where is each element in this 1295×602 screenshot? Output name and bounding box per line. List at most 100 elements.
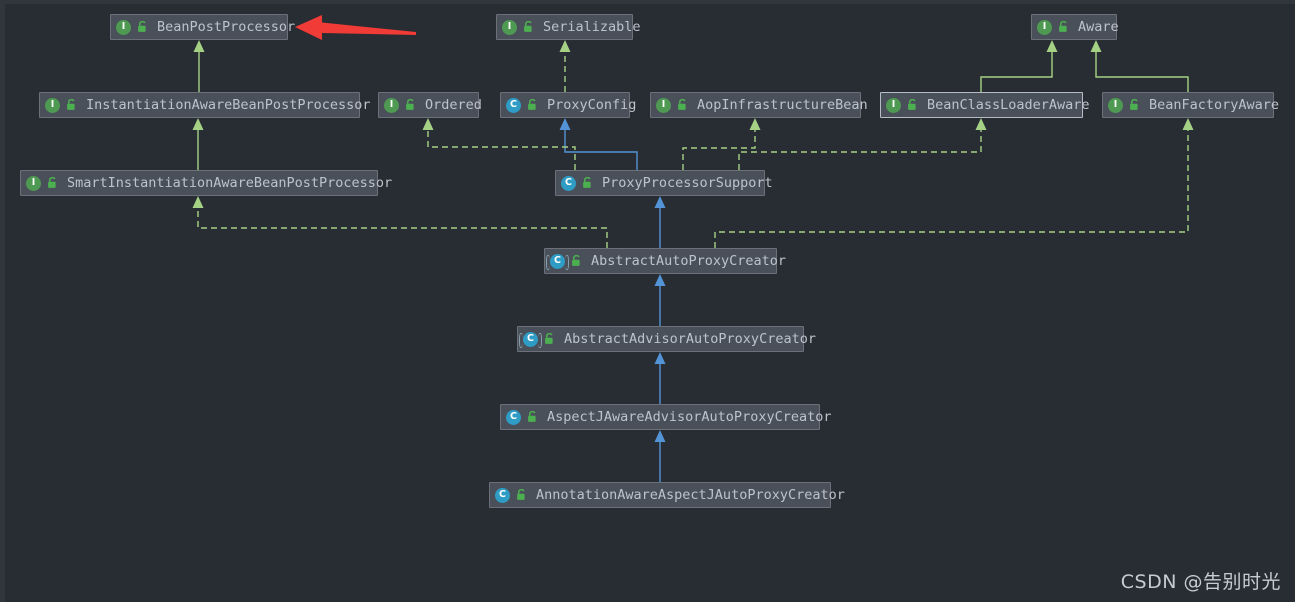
red-highlight-arrow: [295, 15, 416, 40]
edge-BeanClassLoaderAware-to-Aware: [980, 51, 1053, 92]
top-gutter: [0, 0, 1295, 4]
edge-ProxyProcessorSupport-to-ProxyConfig: [564, 129, 638, 170]
edge-AbstractAutoProxyCreator-to-SmartInstantiationAwareBeanPostProcessor: [197, 207, 608, 248]
node-icon-group: I: [384, 97, 416, 113]
lock-icon: [528, 99, 536, 110]
edge-arrowhead: [1182, 118, 1194, 130]
class-node-label: BeanFactoryAware: [1149, 97, 1280, 113]
class-node-ProxyConfig[interactable]: C ProxyConfig: [500, 92, 636, 118]
class-node-label: InstantiationAwareBeanPostProcessor: [86, 97, 371, 113]
node-icon-group: I: [656, 97, 688, 113]
lock-icon: [908, 99, 916, 110]
left-gutter: [0, 0, 5, 602]
edge-arrowhead: [559, 40, 571, 52]
edge-arrowhead: [749, 118, 761, 130]
class-node-ProxyProcessorSupport[interactable]: C ProxyProcessorSupport: [555, 170, 773, 196]
node-icon-group: I: [1037, 19, 1069, 35]
node-icon-group: C: [546, 253, 582, 270]
edge-arrowhead: [1046, 40, 1058, 52]
class-node-label: AnnotationAwareAspectJAutoProxyCreator: [536, 487, 845, 503]
edge-arrowhead: [654, 274, 666, 286]
interface-icon: I: [116, 19, 131, 35]
node-icon-group: I: [886, 97, 918, 113]
class-node-AbstractAdvisorAutoProxyCreator[interactable]: C AbstractAdvisorAutoProxyCreator: [517, 326, 816, 352]
node-icon-group: C: [561, 175, 593, 191]
class-node-label: BeanClassLoaderAware: [927, 97, 1090, 113]
class-node-Aware[interactable]: I Aware: [1031, 14, 1119, 40]
interface-icon: I: [886, 97, 901, 113]
class-node-BeanPostProcessor[interactable]: I BeanPostProcessor: [110, 14, 295, 40]
class-icon: C: [506, 409, 521, 425]
edge-ProxyProcessorSupport-to-Ordered: [427, 129, 576, 170]
edge-arrowhead: [654, 352, 666, 364]
edge-arrowhead: [193, 40, 205, 52]
edge-arrowhead: [654, 196, 666, 208]
class-node-label: Aware: [1078, 19, 1119, 35]
interface-icon: I: [502, 19, 517, 35]
node-icon-group: I: [26, 175, 58, 191]
class-node-label: AspectJAwareAdvisorAutoProxyCreator: [547, 409, 832, 425]
abstract-class-icon: C: [546, 253, 569, 270]
lock-icon: [583, 177, 591, 188]
node-icon-group: I: [1108, 97, 1140, 113]
edge-arrowhead: [559, 118, 571, 130]
interface-icon: I: [384, 97, 399, 113]
class-icon: C: [561, 175, 576, 191]
class-node-SmartInstantiationAwareBeanPostProcessor[interactable]: I SmartInstantiationAwareBeanPostProcess…: [20, 170, 392, 196]
class-node-AspectJAwareAdvisorAutoProxyCreator[interactable]: C AspectJAwareAdvisorAutoProxyCreator: [500, 404, 831, 430]
class-node-label: SmartInstantiationAwareBeanPostProcessor: [67, 175, 393, 191]
node-icon-group: C: [495, 487, 527, 503]
class-node-label: Ordered: [425, 97, 482, 113]
edge-arrowhead: [192, 196, 204, 208]
edge-arrowhead: [422, 118, 434, 130]
node-icon-group: C: [519, 331, 555, 348]
edge-ProxyProcessorSupport-to-AopInfrastructureBean: [682, 129, 756, 170]
class-node-Ordered[interactable]: I Ordered: [378, 92, 482, 118]
class-node-AbstractAutoProxyCreator[interactable]: C AbstractAutoProxyCreator: [544, 248, 786, 274]
node-icon-group: I: [116, 19, 148, 35]
edge-arrowhead: [654, 430, 666, 442]
abstract-class-icon: C: [519, 331, 542, 348]
lock-icon: [528, 411, 536, 422]
lock-icon: [545, 333, 553, 344]
class-node-BeanClassLoaderAware[interactable]: I BeanClassLoaderAware: [880, 92, 1090, 118]
class-node-label: AbstractAutoProxyCreator: [591, 253, 787, 269]
class-icon: C: [506, 97, 521, 113]
lock-icon: [1130, 99, 1138, 110]
annotation-layer: [295, 15, 416, 40]
lock-icon: [406, 99, 414, 110]
node-icon-group: C: [506, 97, 538, 113]
class-node-InstantiationAwareBeanPostProcessor[interactable]: I InstantiationAwareBeanPostProcessor: [39, 92, 370, 118]
csdn-watermark: CSDN @告别时光: [1120, 571, 1281, 593]
interface-icon: I: [26, 175, 41, 191]
lock-icon: [524, 21, 532, 32]
interface-icon: I: [656, 97, 671, 113]
class-diagram-canvas[interactable]: I BeanPostProcessor I Serializable I Aware…: [0, 0, 1295, 602]
class-icon: C: [495, 487, 510, 503]
interface-icon: I: [1037, 19, 1052, 35]
class-node-Serializable[interactable]: I Serializable: [496, 14, 641, 40]
lock-icon: [678, 99, 686, 110]
edge-arrowhead: [192, 118, 204, 130]
lock-icon: [517, 489, 525, 500]
class-node-label: ProxyProcessorSupport: [602, 175, 773, 191]
class-node-label: AbstractAdvisorAutoProxyCreator: [564, 331, 816, 347]
class-node-label: AopInfrastructureBean: [697, 97, 868, 113]
interface-icon: I: [45, 97, 60, 113]
class-node-AopInfrastructureBean[interactable]: I AopInfrastructureBean: [650, 92, 868, 118]
edge-BeanFactoryAware-to-Aware: [1095, 51, 1189, 92]
lock-icon: [1059, 21, 1067, 32]
lock-icon: [67, 99, 75, 110]
lock-icon: [572, 255, 580, 266]
lock-icon: [138, 21, 146, 32]
edge-layer: [192, 40, 1194, 482]
node-icon-group: C: [506, 409, 538, 425]
class-node-AnnotationAwareAspectJAutoProxyCreator[interactable]: C AnnotationAwareAspectJAutoProxyCreator: [489, 482, 845, 508]
node-icon-group: I: [45, 97, 77, 113]
edge-arrowhead: [1090, 40, 1102, 52]
interface-icon: I: [1108, 97, 1123, 113]
class-node-label: ProxyConfig: [547, 97, 637, 113]
class-node-BeanFactoryAware[interactable]: I BeanFactoryAware: [1102, 92, 1279, 118]
edge-ProxyProcessorSupport-to-BeanClassLoaderAware: [738, 129, 982, 170]
node-icon-group: I: [502, 19, 534, 35]
